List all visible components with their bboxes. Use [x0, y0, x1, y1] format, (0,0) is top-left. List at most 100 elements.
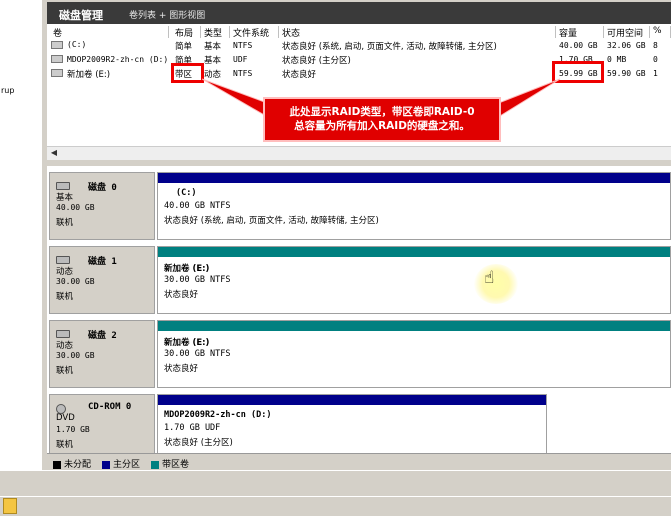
- partition-status: 状态良好 (主分区): [164, 438, 233, 448]
- volume-name: MDOP2009R2-zh-cn (D:): [67, 55, 169, 64]
- disk-management-header: 磁盘管理 卷列表 + 图形视图: [47, 2, 671, 24]
- column-header-free-space[interactable]: 可用空间: [605, 26, 650, 38]
- volume-drive-icon: [51, 41, 63, 49]
- partition-status: 状态良好: [164, 364, 199, 374]
- partition-title: 新加卷 (E:): [164, 338, 210, 348]
- cursor-highlight: [474, 264, 518, 304]
- disk-state: 联机: [56, 292, 74, 302]
- volume-type: 基本: [204, 56, 222, 66]
- volume-free-space: 32.06 GB: [607, 41, 646, 50]
- partition-status: 状态良好: [164, 290, 199, 300]
- tree-item-text[interactable]: rup: [1, 86, 14, 95]
- volume-free-space: 0 MB: [607, 55, 627, 64]
- legend-label: 未分配: [64, 460, 92, 470]
- primary-partition-band: [158, 395, 546, 405]
- column-header-filesystem[interactable]: 文件系统: [231, 26, 279, 38]
- volume-percent: 1: [653, 69, 658, 78]
- disk-name: 磁盘 2: [88, 331, 117, 341]
- disk-label-cdrom[interactable]: CD-ROM 0 DVD 1.70 GB 联机: [49, 394, 155, 453]
- volume-name: 新加卷 (E:): [67, 70, 111, 80]
- volume-filesystem: UDF: [233, 55, 248, 64]
- legend-swatch: [151, 460, 159, 469]
- partition-size: 40.00 GB NTFS: [164, 201, 231, 211]
- disk-name: CD-ROM 0: [88, 402, 132, 412]
- capacity-highlight-box: [552, 61, 604, 83]
- taskbar: [0, 496, 671, 516]
- disk-row-0[interactable]: 磁盘 0 基本 40.00 GB 联机 (C:) 40.00 GB NTFS 状…: [49, 172, 671, 240]
- folder-icon[interactable]: [3, 498, 17, 514]
- volume-capacity: 40.00 GB: [559, 41, 598, 50]
- partition-status: 状态良好 (系统, 启动, 页面文件, 活动, 故障转储, 主分区): [164, 216, 379, 226]
- disk-size: 30.00 GB: [56, 351, 95, 360]
- page-title: 磁盘管理: [59, 9, 103, 22]
- partition-title: (C:): [176, 188, 197, 198]
- cdrom-icon: [51, 55, 63, 63]
- callout-line-1: 此处显示RAID类型，带区卷即RAID-0: [289, 106, 475, 118]
- disk-row-cdrom[interactable]: CD-ROM 0 DVD 1.70 GB 联机 MDOP2009R2-zh-cn…: [49, 394, 671, 453]
- disk-type: 动态: [56, 341, 74, 351]
- partition-d[interactable]: MDOP2009R2-zh-cn (D:) 1.70 GB UDF 状态良好 (…: [157, 394, 547, 453]
- legend-item-unallocated: 未分配: [53, 457, 91, 470]
- column-header-layout[interactable]: 布局: [173, 26, 201, 38]
- legend-item-primary: 主分区: [102, 457, 140, 470]
- partition-e-disk2[interactable]: 新加卷 (E:) 30.00 GB NTFS 状态良好: [157, 320, 671, 388]
- volume-status: 状态良好 (主分区): [282, 56, 351, 66]
- column-header-percent[interactable]: %: [651, 26, 671, 38]
- volume-status: 状态良好: [282, 70, 317, 80]
- disk-size: 30.00 GB: [56, 277, 95, 286]
- disk-graphical-view[interactable]: 磁盘 0 基本 40.00 GB 联机 (C:) 40.00 GB NTFS 状…: [47, 166, 671, 453]
- partition-c[interactable]: (C:) 40.00 GB NTFS 状态良好 (系统, 启动, 页面文件, 活…: [157, 172, 671, 240]
- disk-type: DVD: [56, 413, 75, 423]
- partition-size: 1.70 GB UDF: [164, 423, 221, 433]
- volume-percent: 8: [653, 41, 658, 50]
- disk-size: 1.70 GB: [56, 425, 90, 434]
- scroll-left-arrow-icon[interactable]: ◀: [49, 148, 59, 158]
- legend-label: 主分区: [113, 460, 141, 470]
- navigation-tree-pane[interactable]: rup: [0, 0, 43, 470]
- status-bar: [0, 470, 671, 499]
- volume-percent: 0: [653, 55, 658, 64]
- disk-name: 磁盘 0: [88, 183, 117, 193]
- volume-status: 状态良好 (系统, 启动, 页面文件, 活动, 故障转储, 主分区): [282, 42, 497, 52]
- volume-drive-icon: [51, 69, 63, 77]
- disk-type: 动态: [56, 267, 74, 277]
- legend-swatch: [102, 460, 110, 469]
- disk-label-1[interactable]: 磁盘 1 动态 30.00 GB 联机: [49, 246, 155, 314]
- legend-swatch: [53, 460, 61, 469]
- column-header-type[interactable]: 类型: [202, 26, 230, 38]
- callout-line-2: 总容量为所有加入RAID的硬盘之和。: [294, 120, 470, 132]
- column-header-capacity[interactable]: 容量: [557, 26, 604, 38]
- disk-size: 40.00 GB: [56, 203, 95, 212]
- column-header-volume[interactable]: 卷: [51, 26, 169, 38]
- hand-cursor-icon: ☝: [484, 268, 495, 288]
- disk-state: 联机: [56, 440, 74, 450]
- disk-state: 联机: [56, 218, 74, 228]
- striped-volume-band: [158, 247, 670, 257]
- disk-drive-icon: [56, 182, 70, 190]
- volume-type: 动态: [204, 70, 222, 80]
- disk-row-2[interactable]: 磁盘 2 动态 30.00 GB 联机 新加卷 (E:) 30.00 GB NT…: [49, 320, 671, 388]
- partition-title: MDOP2009R2-zh-cn (D:): [164, 410, 272, 420]
- disk-row-1[interactable]: 磁盘 1 动态 30.00 GB 联机 新加卷 (E:) 30.00 GB NT…: [49, 246, 671, 314]
- disk-state: 联机: [56, 366, 74, 376]
- partition-title: 新加卷 (E:): [164, 264, 210, 274]
- volume-type: 基本: [204, 42, 222, 52]
- annotation-callout: 此处显示RAID类型，带区卷即RAID-0 总容量为所有加入RAID的硬盘之和。: [263, 97, 501, 142]
- view-breadcrumb[interactable]: 卷列表 + 图形视图: [129, 8, 205, 21]
- legend-item-striped: 带区卷: [151, 457, 189, 470]
- disk-type: 基本: [56, 193, 74, 203]
- disk-drive-icon: [56, 256, 70, 264]
- volume-layout: 简单: [175, 42, 193, 52]
- horizontal-scrollbar[interactable]: ◀: [47, 146, 671, 160]
- disk-label-2[interactable]: 磁盘 2 动态 30.00 GB 联机: [49, 320, 155, 388]
- partition-size: 30.00 GB NTFS: [164, 275, 231, 285]
- volume-free-space: 59.90 GB: [607, 69, 646, 78]
- disk-label-0[interactable]: 磁盘 0 基本 40.00 GB 联机: [49, 172, 155, 240]
- partition-e-disk1[interactable]: 新加卷 (E:) 30.00 GB NTFS 状态良好: [157, 246, 671, 314]
- partition-size: 30.00 GB NTFS: [164, 349, 231, 359]
- striped-volume-band: [158, 321, 670, 331]
- volume-filesystem: NTFS: [233, 69, 253, 78]
- legend-label: 带区卷: [162, 460, 190, 470]
- volume-name: (C:): [67, 40, 87, 49]
- column-header-status[interactable]: 状态: [280, 26, 556, 38]
